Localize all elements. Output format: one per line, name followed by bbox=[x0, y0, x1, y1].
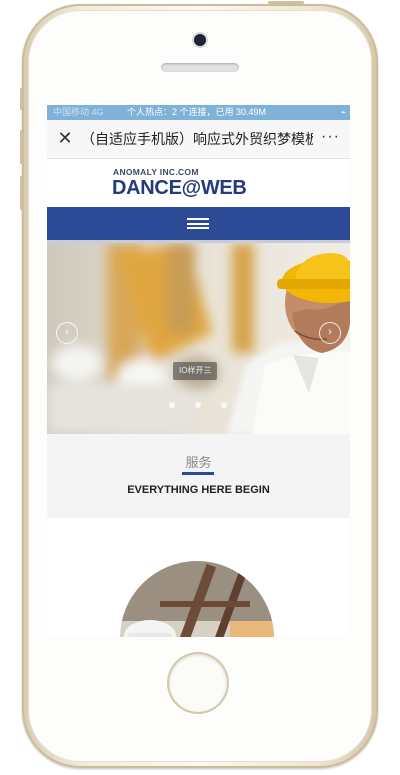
volume-up-button bbox=[20, 130, 23, 164]
hero-slider[interactable]: ‹ › IO样开三 bbox=[47, 243, 350, 434]
volume-down-button bbox=[20, 176, 23, 210]
carrier-label: 中国移动 4G bbox=[53, 107, 104, 117]
next-slide-button[interactable]: › bbox=[319, 322, 341, 344]
service-card bbox=[47, 518, 350, 637]
slide-dot-1[interactable] bbox=[169, 402, 175, 408]
main-menu-bar bbox=[47, 207, 350, 243]
services-section: 服务 EVERYTHING HERE BEGIN bbox=[47, 434, 350, 518]
logo-wordmark: DANCE@WEB bbox=[112, 177, 247, 199]
services-subtitle: EVERYTHING HERE BEGIN bbox=[127, 484, 270, 496]
services-title: 服务 bbox=[185, 455, 212, 470]
prev-slide-button[interactable]: ‹ bbox=[56, 322, 78, 344]
slide-dot-3[interactable] bbox=[221, 402, 227, 408]
hotspot-status: 个人热点：2 个连接，已用 30.49M bbox=[127, 107, 267, 117]
status-bar: 中国移动 4G 个人热点：2 个连接，已用 30.49M ⌁ bbox=[47, 105, 350, 120]
home-button[interactable] bbox=[169, 654, 227, 712]
slide-dot-2[interactable] bbox=[195, 402, 201, 408]
power-button bbox=[268, 1, 304, 4]
site-logo[interactable]: ANOMALY INC.COM DANCE@WEB bbox=[47, 159, 350, 207]
browser-nav-bar: ✕ （自适应手机版）响应式外贸织梦模板... ··· bbox=[47, 120, 350, 159]
wifi-icon: ⌁ bbox=[340, 107, 346, 117]
slide-dots bbox=[165, 402, 235, 410]
mute-switch bbox=[20, 88, 23, 110]
hamburger-menu-icon[interactable] bbox=[187, 218, 209, 229]
front-camera-icon bbox=[194, 34, 206, 46]
close-icon[interactable]: ✕ bbox=[55, 127, 75, 149]
phone-screen: 中国移动 4G 个人热点：2 个连接，已用 30.49M ⌁ ✕ （自适应手机版… bbox=[47, 105, 350, 637]
slide-caption-badge: IO样开三 bbox=[173, 362, 218, 380]
services-underline bbox=[182, 472, 214, 475]
service-image[interactable] bbox=[120, 561, 274, 637]
earpiece-speaker bbox=[161, 63, 239, 72]
page-title: （自适应手机版）响应式外贸织梦模板... bbox=[81, 131, 313, 147]
logo-tagline: ANOMALY INC.COM bbox=[113, 167, 199, 177]
more-options-icon[interactable]: ··· bbox=[321, 120, 340, 154]
